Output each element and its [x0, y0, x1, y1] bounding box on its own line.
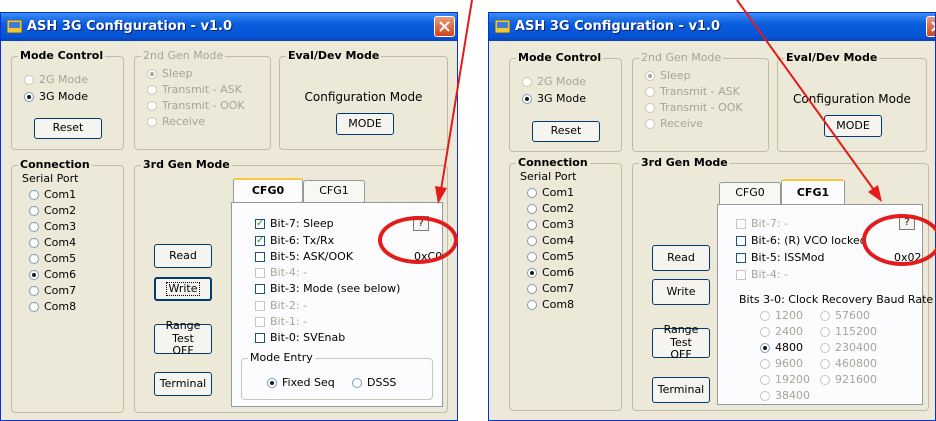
annotation-arrow-cfg0	[435, 0, 473, 204]
annotation-arrow-cfg1	[736, 0, 882, 202]
annotation-arrows	[435, 0, 882, 204]
